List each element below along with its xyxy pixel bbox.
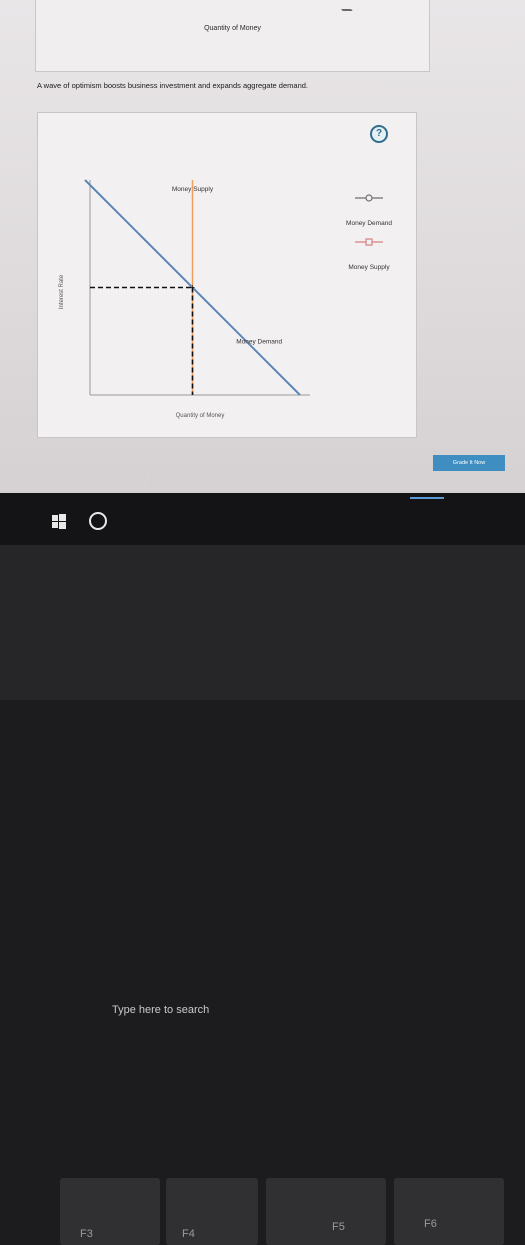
legend-square-marker-icon[interactable] [365, 238, 373, 246]
x-axis-label: Quantity of Money [176, 413, 225, 419]
legend-circle-marker-icon[interactable] [365, 194, 373, 202]
taskbar-icons [52, 493, 444, 530]
taskbar-search-input[interactable]: Type here to search [82, 998, 342, 1026]
windows-taskbar: Type here to search [0, 493, 525, 1016]
money-supply-label: Money Supply [172, 186, 214, 193]
y-axis-label: Interest Rate [59, 274, 65, 309]
legend-label-1: Money Supply [348, 264, 390, 271]
grade-it-now-button[interactable]: Grade It Now [433, 455, 505, 471]
search-placeholder: Type here to search [112, 1004, 210, 1016]
legend-label-0: Money Demand [346, 220, 392, 227]
key-f5[interactable]: F5 [266, 1178, 386, 1245]
cortana-icon[interactable] [89, 512, 107, 530]
browser-content: Quantity of Money A wave of optimism boo… [0, 0, 525, 545]
windows-icon[interactable] [52, 514, 66, 529]
equilibrium-point[interactable]: + [190, 283, 195, 293]
edge-icon[interactable] [410, 493, 444, 499]
legend[interactable]: Money Demand Money Supply [346, 194, 392, 271]
key-f6[interactable]: F6 [394, 1178, 504, 1245]
laptop-keyboard: F3 F4 F5 F6 [0, 545, 525, 1245]
key-f4[interactable]: F4 [166, 1178, 258, 1245]
plot-area[interactable]: + Money Supply Money Demand [84, 179, 301, 396]
money-demand-label: Money Demand [236, 338, 282, 345]
key-f3[interactable]: F3 [60, 1178, 160, 1245]
